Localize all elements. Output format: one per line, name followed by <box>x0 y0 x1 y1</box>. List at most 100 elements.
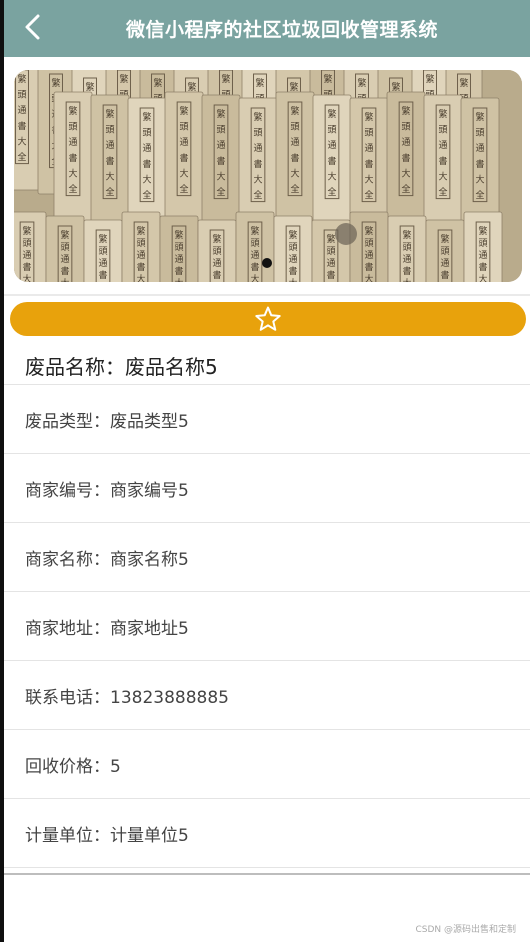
svg-text:繁: 繁 <box>51 77 60 89</box>
svg-text:書: 書 <box>475 158 484 170</box>
svg-text:全: 全 <box>475 189 484 201</box>
svg-text:頭: 頭 <box>290 122 299 133</box>
svg-text:書: 書 <box>98 269 107 281</box>
carousel-indicator-dot[interactable] <box>262 258 272 268</box>
svg-text:書: 書 <box>440 269 449 281</box>
svg-text:書: 書 <box>290 152 299 164</box>
back-button[interactable] <box>20 12 48 42</box>
svg-text:全: 全 <box>216 186 225 198</box>
svg-text:全: 全 <box>253 189 262 201</box>
svg-text:書: 書 <box>288 265 297 277</box>
svg-text:書: 書 <box>401 152 410 164</box>
svg-text:書: 書 <box>216 155 225 167</box>
svg-text:大: 大 <box>327 170 336 182</box>
svg-text:頭: 頭 <box>136 238 145 249</box>
svg-text:全: 全 <box>179 183 188 195</box>
svg-text:通: 通 <box>142 143 151 154</box>
svg-text:頭: 頭 <box>253 128 262 139</box>
svg-text:大: 大 <box>475 173 484 185</box>
svg-text:大: 大 <box>68 167 77 179</box>
svg-text:通: 通 <box>216 140 225 151</box>
svg-text:通: 通 <box>478 250 487 261</box>
svg-text:頭: 頭 <box>250 238 259 249</box>
svg-text:大: 大 <box>22 273 31 282</box>
svg-text:頭: 頭 <box>22 238 31 249</box>
svg-text:通: 通 <box>68 137 77 148</box>
svg-text:繁: 繁 <box>212 233 221 245</box>
svg-text:書: 書 <box>174 265 183 277</box>
svg-text:頭: 頭 <box>440 246 449 257</box>
svg-text:繁: 繁 <box>459 77 468 89</box>
svg-text:通: 通 <box>290 137 299 148</box>
field-value: 13823888885 <box>110 688 229 708</box>
svg-text:全: 全 <box>142 189 151 201</box>
field-label: 商家名称： <box>25 550 110 570</box>
svg-text:書: 書 <box>250 261 259 273</box>
svg-text:繁: 繁 <box>425 73 434 85</box>
svg-text:大: 大 <box>401 167 410 179</box>
svg-text:全: 全 <box>105 186 114 198</box>
svg-text:繁: 繁 <box>289 81 298 93</box>
svg-text:大: 大 <box>290 167 299 179</box>
svg-text:全: 全 <box>327 186 336 198</box>
svg-text:通: 通 <box>402 254 411 265</box>
field-label: 商家地址： <box>25 619 110 639</box>
favorite-button[interactable] <box>10 302 526 336</box>
svg-text:全: 全 <box>364 189 373 201</box>
svg-text:頭: 頭 <box>364 128 373 139</box>
svg-text:繁: 繁 <box>136 225 145 237</box>
svg-text:繁: 繁 <box>255 77 264 89</box>
svg-text:全: 全 <box>401 183 410 195</box>
divider <box>4 294 530 296</box>
field-phone: 联系电话：13823888885 <box>4 661 530 730</box>
svg-text:頭: 頭 <box>60 242 69 253</box>
svg-text:繁: 繁 <box>153 77 162 89</box>
svg-text:頭: 頭 <box>364 238 373 249</box>
svg-text:繁: 繁 <box>119 73 128 85</box>
svg-text:繁: 繁 <box>22 225 31 237</box>
svg-text:書: 書 <box>136 261 145 273</box>
top-navigation-bar: 微信小程序的社区垃圾回收管理系统 <box>4 0 530 57</box>
field-value: 商家地址5 <box>110 619 189 639</box>
svg-text:全: 全 <box>290 183 299 195</box>
image-carousel[interactable]: 繁頭通書大全繁頭通書大全繁頭通書大全繁頭通書大全繁頭通書大全繁頭通書大全繁頭通書… <box>14 70 522 282</box>
svg-text:全: 全 <box>17 151 26 163</box>
svg-text:通: 通 <box>364 250 373 261</box>
svg-text:頭: 頭 <box>288 242 297 253</box>
svg-text:頭: 頭 <box>475 128 484 139</box>
field-value: 计量单位5 <box>110 826 189 846</box>
svg-text:繁: 繁 <box>216 108 225 120</box>
svg-text:大: 大 <box>105 170 114 182</box>
svg-text:大: 大 <box>250 273 259 282</box>
svg-text:大: 大 <box>364 273 373 282</box>
svg-text:通: 通 <box>179 137 188 148</box>
field-value: 商家名称5 <box>110 550 189 570</box>
svg-text:繁: 繁 <box>142 111 151 123</box>
svg-text:繁: 繁 <box>288 229 297 241</box>
svg-text:繁: 繁 <box>105 108 114 120</box>
svg-text:繁: 繁 <box>326 233 335 245</box>
svg-text:頭: 頭 <box>478 238 487 249</box>
svg-text:書: 書 <box>142 158 151 170</box>
field-price: 回收价格：5 <box>4 730 530 799</box>
svg-text:通: 通 <box>212 258 221 269</box>
star-outline-icon <box>255 306 281 331</box>
svg-text:繁: 繁 <box>17 73 26 85</box>
svg-text:頭: 頭 <box>105 125 114 136</box>
svg-text:通: 通 <box>440 258 449 269</box>
svg-text:頭: 頭 <box>438 125 447 136</box>
field-label: 计量单位： <box>25 826 110 846</box>
svg-text:通: 通 <box>17 105 26 116</box>
svg-text:書: 書 <box>438 155 447 167</box>
svg-text:通: 通 <box>364 143 373 154</box>
svg-text:通: 通 <box>60 254 69 265</box>
svg-text:通: 通 <box>327 140 336 151</box>
banner-image: 繁頭通書大全繁頭通書大全繁頭通書大全繁頭通書大全繁頭通書大全繁頭通書大全繁頭通書… <box>14 70 522 282</box>
svg-text:大: 大 <box>142 173 151 185</box>
field-label: 联系电话： <box>25 688 110 708</box>
svg-text:大: 大 <box>478 273 487 282</box>
svg-text:繁: 繁 <box>221 73 230 85</box>
svg-text:頭: 頭 <box>174 242 183 253</box>
svg-text:繁: 繁 <box>85 81 94 93</box>
svg-text:繁: 繁 <box>323 73 332 85</box>
